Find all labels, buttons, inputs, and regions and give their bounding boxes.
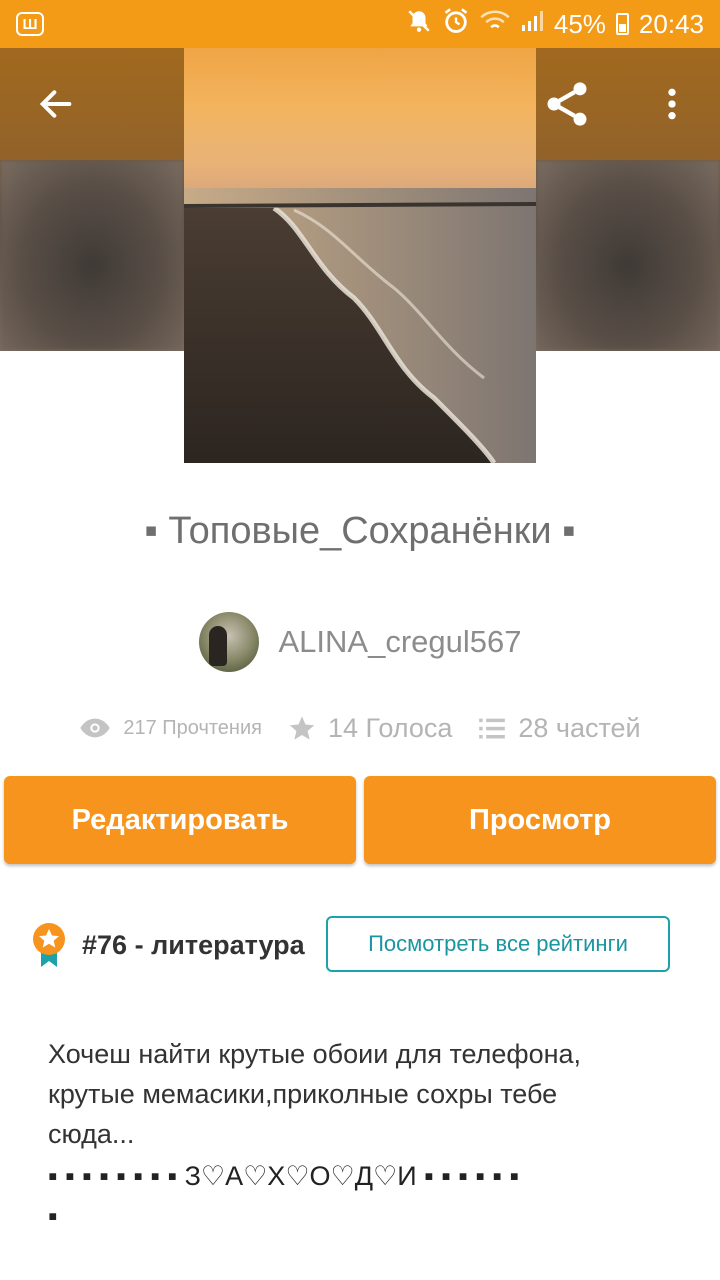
- ranking-label: #76 - литература: [82, 930, 305, 961]
- battery-icon: [615, 13, 629, 35]
- wifi-icon: [480, 8, 510, 41]
- more-options-button[interactable]: [642, 74, 702, 134]
- more-vertical-icon: [668, 88, 676, 120]
- story-stats: 217 Прочтения 14 Голоса 28 частей: [0, 706, 720, 750]
- signal-icon: [520, 9, 544, 40]
- story-cover-image: [184, 48, 536, 463]
- eye-icon: [80, 718, 111, 738]
- description-line: сюда...: [48, 1119, 135, 1149]
- cover-blur-right: [536, 160, 720, 351]
- votes-count: 14 Голоса: [327, 712, 453, 743]
- mute-icon: [406, 8, 432, 41]
- story-description: Хочеш найти крутые обоии для телефона, к…: [48, 1034, 688, 1154]
- rank-category: литература: [151, 929, 305, 960]
- description-line: Хочеш найти крутые обоии для телефона,: [48, 1039, 582, 1069]
- star-icon: [289, 716, 315, 740]
- reads-count: 217 Прочтения: [123, 716, 262, 739]
- arrow-left-icon: [39, 90, 72, 118]
- author-name[interactable]: ALINA_cregul567: [279, 624, 522, 660]
- edit-button[interactable]: Редактировать: [4, 776, 356, 864]
- description-decor: ▪ ▪ ▪ ▪ ▪ ▪ ▪ ▪ З♡А♡Х♡О♡Д♡И ▪ ▪ ▪ ▪ ▪ ▪ …: [48, 1156, 688, 1236]
- rank-number: #76: [82, 929, 128, 960]
- wattpad-app-icon: Ш: [16, 12, 44, 36]
- author-avatar[interactable]: [198, 612, 259, 672]
- author-link[interactable]: ALINA_cregul567: [0, 610, 720, 674]
- description-line: крутые мемасики,приколные сохры тебе: [48, 1079, 558, 1109]
- preview-button[interactable]: Просмотр: [364, 776, 716, 864]
- status-bar: Ш 45% 20:43: [0, 0, 720, 48]
- rank-separator: -: [134, 929, 144, 960]
- alarm-icon: [442, 7, 470, 42]
- battery-percent: 45%: [553, 8, 606, 39]
- description-line: ▪: [48, 1201, 58, 1231]
- list-icon: [479, 718, 506, 739]
- clock: 20:43: [638, 8, 704, 39]
- votes-stat: 14 Голоса: [288, 713, 452, 744]
- back-button[interactable]: [26, 74, 86, 134]
- cover-blur-left: [0, 160, 184, 351]
- parts-stat: 28 частей: [478, 712, 641, 744]
- share-icon: [547, 82, 587, 126]
- description-line: ▪ ▪ ▪ ▪ ▪ ▪ ▪ ▪ З♡А♡Х♡О♡Д♡И ▪ ▪ ▪ ▪ ▪ ▪: [48, 1161, 520, 1191]
- ranking-row: #76 - литература: [30, 916, 305, 974]
- story-title: ▪ Топовые_Сохранёнки ▪: [144, 510, 576, 552]
- parts-count: 28 частей: [518, 712, 641, 743]
- view-all-ratings-button[interactable]: Посмотреть все рейтинги: [326, 916, 670, 972]
- share-button[interactable]: [537, 74, 597, 134]
- award-ribbon-icon: [33, 923, 65, 967]
- reads-stat: 217 Прочтения: [79, 716, 262, 740]
